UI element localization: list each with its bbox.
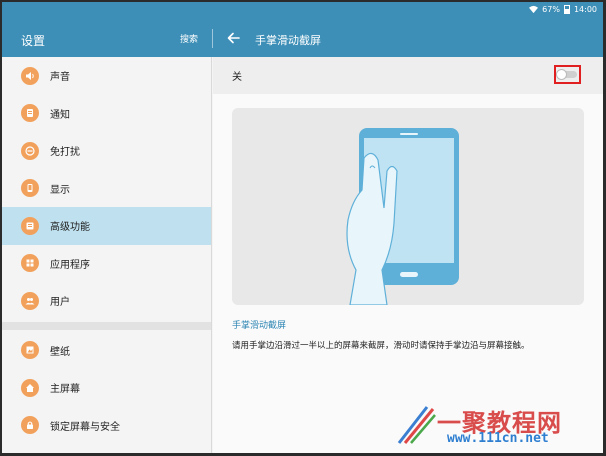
sidebar-item-label: 显示 — [50, 184, 70, 196]
sidebar-item-lock-screen-security[interactable]: 锁定屏幕与安全 — [2, 407, 211, 445]
back-arrow-icon[interactable] — [227, 31, 241, 45]
toggle-row[interactable]: 关 — [213, 57, 603, 94]
sidebar-item-users[interactable]: 用户 — [2, 282, 211, 320]
site-watermark: 一聚教程网 www.111cn.net — [397, 401, 597, 449]
wallpaper-icon — [21, 341, 39, 360]
toggle-knob[interactable] — [556, 69, 567, 80]
watermark-logo-icon — [397, 406, 436, 444]
battery-percent: 67% — [542, 5, 560, 14]
toggle-label: 关 — [232, 72, 242, 83]
display-icon — [21, 179, 39, 198]
sidebar-item-label: 壁纸 — [50, 346, 70, 358]
sidebar-item-label: 用户 — [50, 297, 70, 309]
lock-icon — [21, 416, 39, 435]
wifi-icon — [529, 5, 539, 14]
advanced-features-icon — [21, 216, 39, 235]
settings-title: 设置 — [21, 34, 46, 48]
sidebar-item-label: 高级功能 — [50, 222, 90, 234]
search-button[interactable]: 搜索 — [180, 32, 198, 45]
settings-window: 67% 14:00 设置 搜索 手掌滑动截屏 声音 通知 免打扰 显示 高级功能… — [2, 2, 603, 453]
sidebar-item-label: 声音 — [50, 72, 70, 84]
users-icon — [21, 291, 39, 310]
sidebar-item-label: 免打扰 — [50, 147, 80, 159]
sidebar-item-label: 通知 — [50, 109, 70, 121]
status-indicators: 67% 14:00 — [529, 5, 597, 14]
toggle-highlight-box — [554, 65, 581, 84]
sidebar-divider — [2, 321, 211, 330]
title-divider — [212, 29, 213, 48]
sidebar-item-wallpaper[interactable]: 壁纸 — [2, 332, 211, 370]
watermark-url: www.111cn.net — [447, 431, 549, 446]
sidebar-item-display[interactable]: 显示 — [2, 170, 211, 208]
hand-swipe-illustration-icon — [346, 128, 459, 305]
illustration-caption: 手掌滑动截屏 — [232, 321, 287, 331]
clock: 14:00 — [573, 5, 597, 14]
battery-icon — [563, 5, 570, 14]
sidebar-item-do-not-disturb[interactable]: 免打扰 — [2, 132, 211, 170]
feature-detail-panel: 关 手掌滑动截屏 请用手掌边沿滑过一半以上的屏幕来截屏，滑动时请保持手掌边沿与屏… — [213, 57, 603, 453]
sidebar-item-sound[interactable]: 声音 — [2, 57, 211, 95]
sidebar-item-apps[interactable]: 应用程序 — [2, 245, 211, 283]
status-bar: 67% 14:00 — [2, 2, 603, 20]
sidebar-item-home-screen[interactable]: 主屏幕 — [2, 369, 211, 407]
notification-icon — [21, 104, 39, 123]
sidebar-item-label: 锁定屏幕与安全 — [50, 421, 120, 433]
sidebar-item-label: 应用程序 — [50, 259, 90, 271]
settings-sidebar: 声音 通知 免打扰 显示 高级功能 应用程序 用户 壁纸 主屏幕 锁定屏幕与安全 — [2, 57, 212, 453]
page-title: 手掌滑动截屏 — [255, 34, 321, 47]
apps-icon — [21, 254, 39, 273]
do-not-disturb-icon — [21, 141, 39, 160]
sidebar-item-notifications[interactable]: 通知 — [2, 95, 211, 133]
feature-description: 请用手掌边沿滑过一半以上的屏幕来截屏，滑动时请保持手掌边沿与屏幕接触。 — [232, 341, 530, 351]
sidebar-item-advanced-features[interactable]: 高级功能 — [2, 207, 211, 245]
title-bar: 设置 搜索 手掌滑动截屏 — [2, 20, 603, 57]
palm-swipe-toggle[interactable] — [556, 69, 577, 80]
sidebar-item-label: 主屏幕 — [50, 384, 80, 396]
palm-swipe-illustration — [232, 108, 584, 305]
home-screen-icon — [21, 378, 39, 397]
sound-icon — [21, 66, 39, 85]
